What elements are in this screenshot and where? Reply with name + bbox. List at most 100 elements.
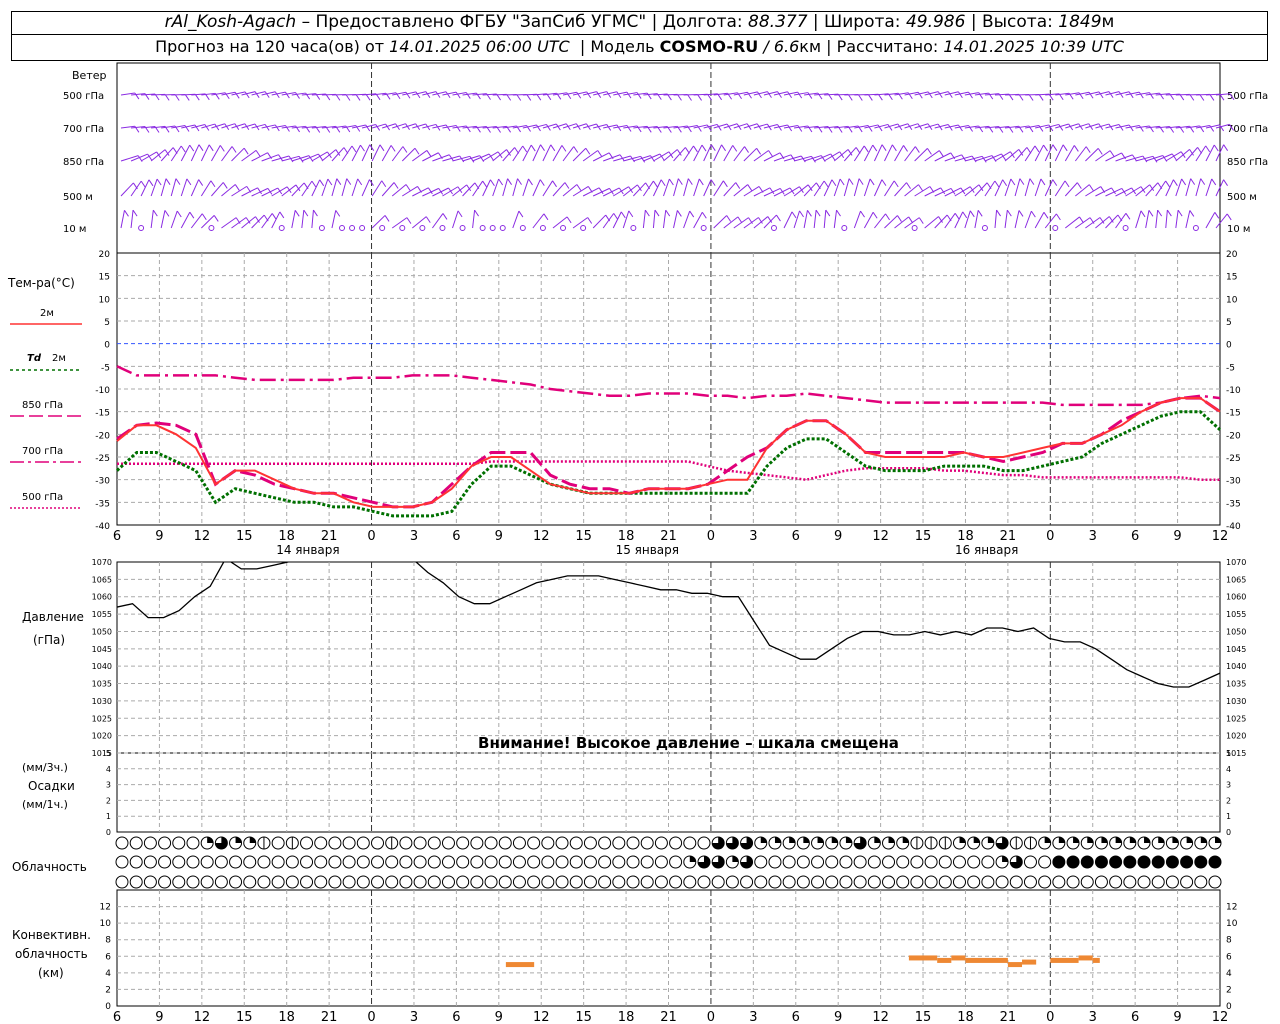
cloud-high-glyph	[825, 836, 839, 850]
wind-barb-shaft	[331, 147, 345, 162]
cloud-mid-glyph	[1137, 855, 1151, 869]
cloud-circle	[498, 855, 512, 869]
wind-barb-flag	[425, 91, 431, 98]
pres-tick-left: 1070	[92, 558, 112, 567]
wind-barb-flag	[1034, 145, 1040, 153]
wind-barb-flag	[184, 94, 190, 101]
cloud-circle	[853, 875, 867, 889]
cloud-high-glyph	[243, 836, 257, 850]
wind-calm-mark	[841, 225, 848, 231]
cloud-circle	[285, 875, 299, 889]
cloud-circle	[967, 875, 981, 889]
wind-barb-flag	[616, 124, 622, 132]
pres-tick-right: 1065	[1226, 575, 1246, 584]
cloud-low-glyph	[640, 875, 654, 889]
cloud-quarter	[1101, 837, 1108, 843]
cloud-circle	[300, 836, 314, 850]
temp-tick-right: 0	[1226, 341, 1232, 351]
wind-barb-flag	[881, 179, 887, 186]
cloud-mid-glyph	[981, 855, 995, 869]
wind-calm-mark	[580, 225, 587, 231]
cloud-mid-glyph	[910, 855, 924, 869]
time-tick-temp: 18	[957, 529, 974, 544]
wind-barb-flag	[697, 94, 702, 101]
conv-tick-left: 0	[105, 1002, 111, 1012]
cloud-high-glyph	[669, 836, 683, 850]
time-tick-temp: 9	[495, 529, 503, 544]
conv-cloud-bar	[1092, 957, 1100, 963]
wind-barb-flag	[587, 217, 593, 224]
wind-barb-flag	[1073, 145, 1079, 152]
wind-barb-flag	[201, 213, 207, 221]
cloud-high-glyph	[910, 836, 924, 850]
wind-barb-flag	[652, 180, 658, 188]
cloud-high-glyph	[896, 836, 910, 850]
wind-barb-shaft	[572, 147, 587, 162]
prec-tick-left: 0	[106, 828, 111, 837]
cloud-mid-glyph	[882, 855, 896, 869]
pres-tick-left: 1045	[92, 645, 112, 654]
wind-barb-flag	[457, 210, 463, 218]
cloud-circle	[654, 855, 668, 869]
cloud-mid-glyph	[1023, 855, 1037, 869]
cloud-circle	[158, 855, 172, 869]
cloud-low-glyph	[1180, 875, 1194, 889]
cloud-circle	[825, 855, 839, 869]
cloud-low-glyph	[427, 875, 441, 889]
cloud-circle	[427, 855, 441, 869]
wind-barb-shaft	[884, 180, 895, 197]
wind-barb-flag	[1149, 92, 1154, 99]
cloud-circle	[371, 855, 385, 869]
time-tick-bottom: 3	[410, 1010, 418, 1024]
wind-barb-flag	[254, 91, 260, 98]
cloud-circle	[413, 836, 427, 850]
wind-calm-mark	[339, 225, 346, 231]
cloud-overcast	[1138, 856, 1151, 868]
wind-barb-flag	[1052, 144, 1058, 151]
conv-tick-left: 6	[105, 952, 111, 962]
wind-level-label-left: 700 гПа	[63, 124, 104, 135]
time-tick-temp: 6	[792, 529, 800, 544]
wind-barb-shaft	[974, 155, 993, 162]
wind-barb-flag	[425, 216, 431, 223]
wind-barb-shaft	[401, 147, 416, 162]
wind-level-label-right: 500 гПа	[1227, 91, 1268, 102]
cloud-low-glyph	[740, 875, 754, 889]
wind-barb-flag	[1125, 213, 1131, 220]
cloud-quarter	[1002, 856, 1009, 862]
meteogram: Ветер 500 гПа 500 гПа 700 гПа 700 гПа 850 гПа…	[7, 62, 1268, 1024]
wind-barb-flag	[1177, 209, 1183, 217]
cloud-circle	[484, 855, 498, 869]
pres-tick-right: 1040	[1226, 662, 1246, 671]
cloud-mid-glyph	[853, 855, 867, 869]
wind-barb-flag	[660, 179, 666, 187]
temp-tick-left: -40	[95, 522, 110, 532]
wind-calm-mark	[630, 225, 637, 231]
wind-barb-shaft	[733, 184, 749, 197]
prec-tick-left: 3	[106, 781, 111, 790]
wind-barb-shaft	[1044, 144, 1054, 162]
wind-barb-flag	[516, 94, 522, 101]
wind-barb-shaft	[351, 178, 359, 197]
cloud-circle	[697, 836, 711, 850]
wind-barb-flag	[735, 182, 741, 189]
wind-barb-flag	[676, 210, 682, 217]
wind-barb-flag	[152, 209, 158, 217]
wind-barb-flag	[360, 144, 365, 152]
wind-barb-flag	[189, 211, 195, 219]
cloud-circle	[512, 836, 526, 850]
cloud-low-glyph	[697, 875, 711, 889]
wind-barb-flag	[1148, 210, 1154, 217]
cloud-quarter	[732, 856, 739, 862]
time-tick-bottom: 18	[278, 1010, 295, 1024]
cloud-mid-glyph	[711, 855, 725, 869]
conv-cloud-bar	[1022, 959, 1037, 965]
cloud-mid-glyph	[314, 855, 328, 869]
wind-barb-flag	[716, 124, 722, 131]
cloud-circle	[456, 836, 470, 850]
wind-calm-mark	[318, 225, 325, 231]
wind-barb-flag	[1064, 180, 1070, 188]
wind-barb-flag	[279, 211, 285, 219]
wind-barb-flag	[636, 92, 642, 99]
wind-barb-shaft	[693, 178, 700, 197]
